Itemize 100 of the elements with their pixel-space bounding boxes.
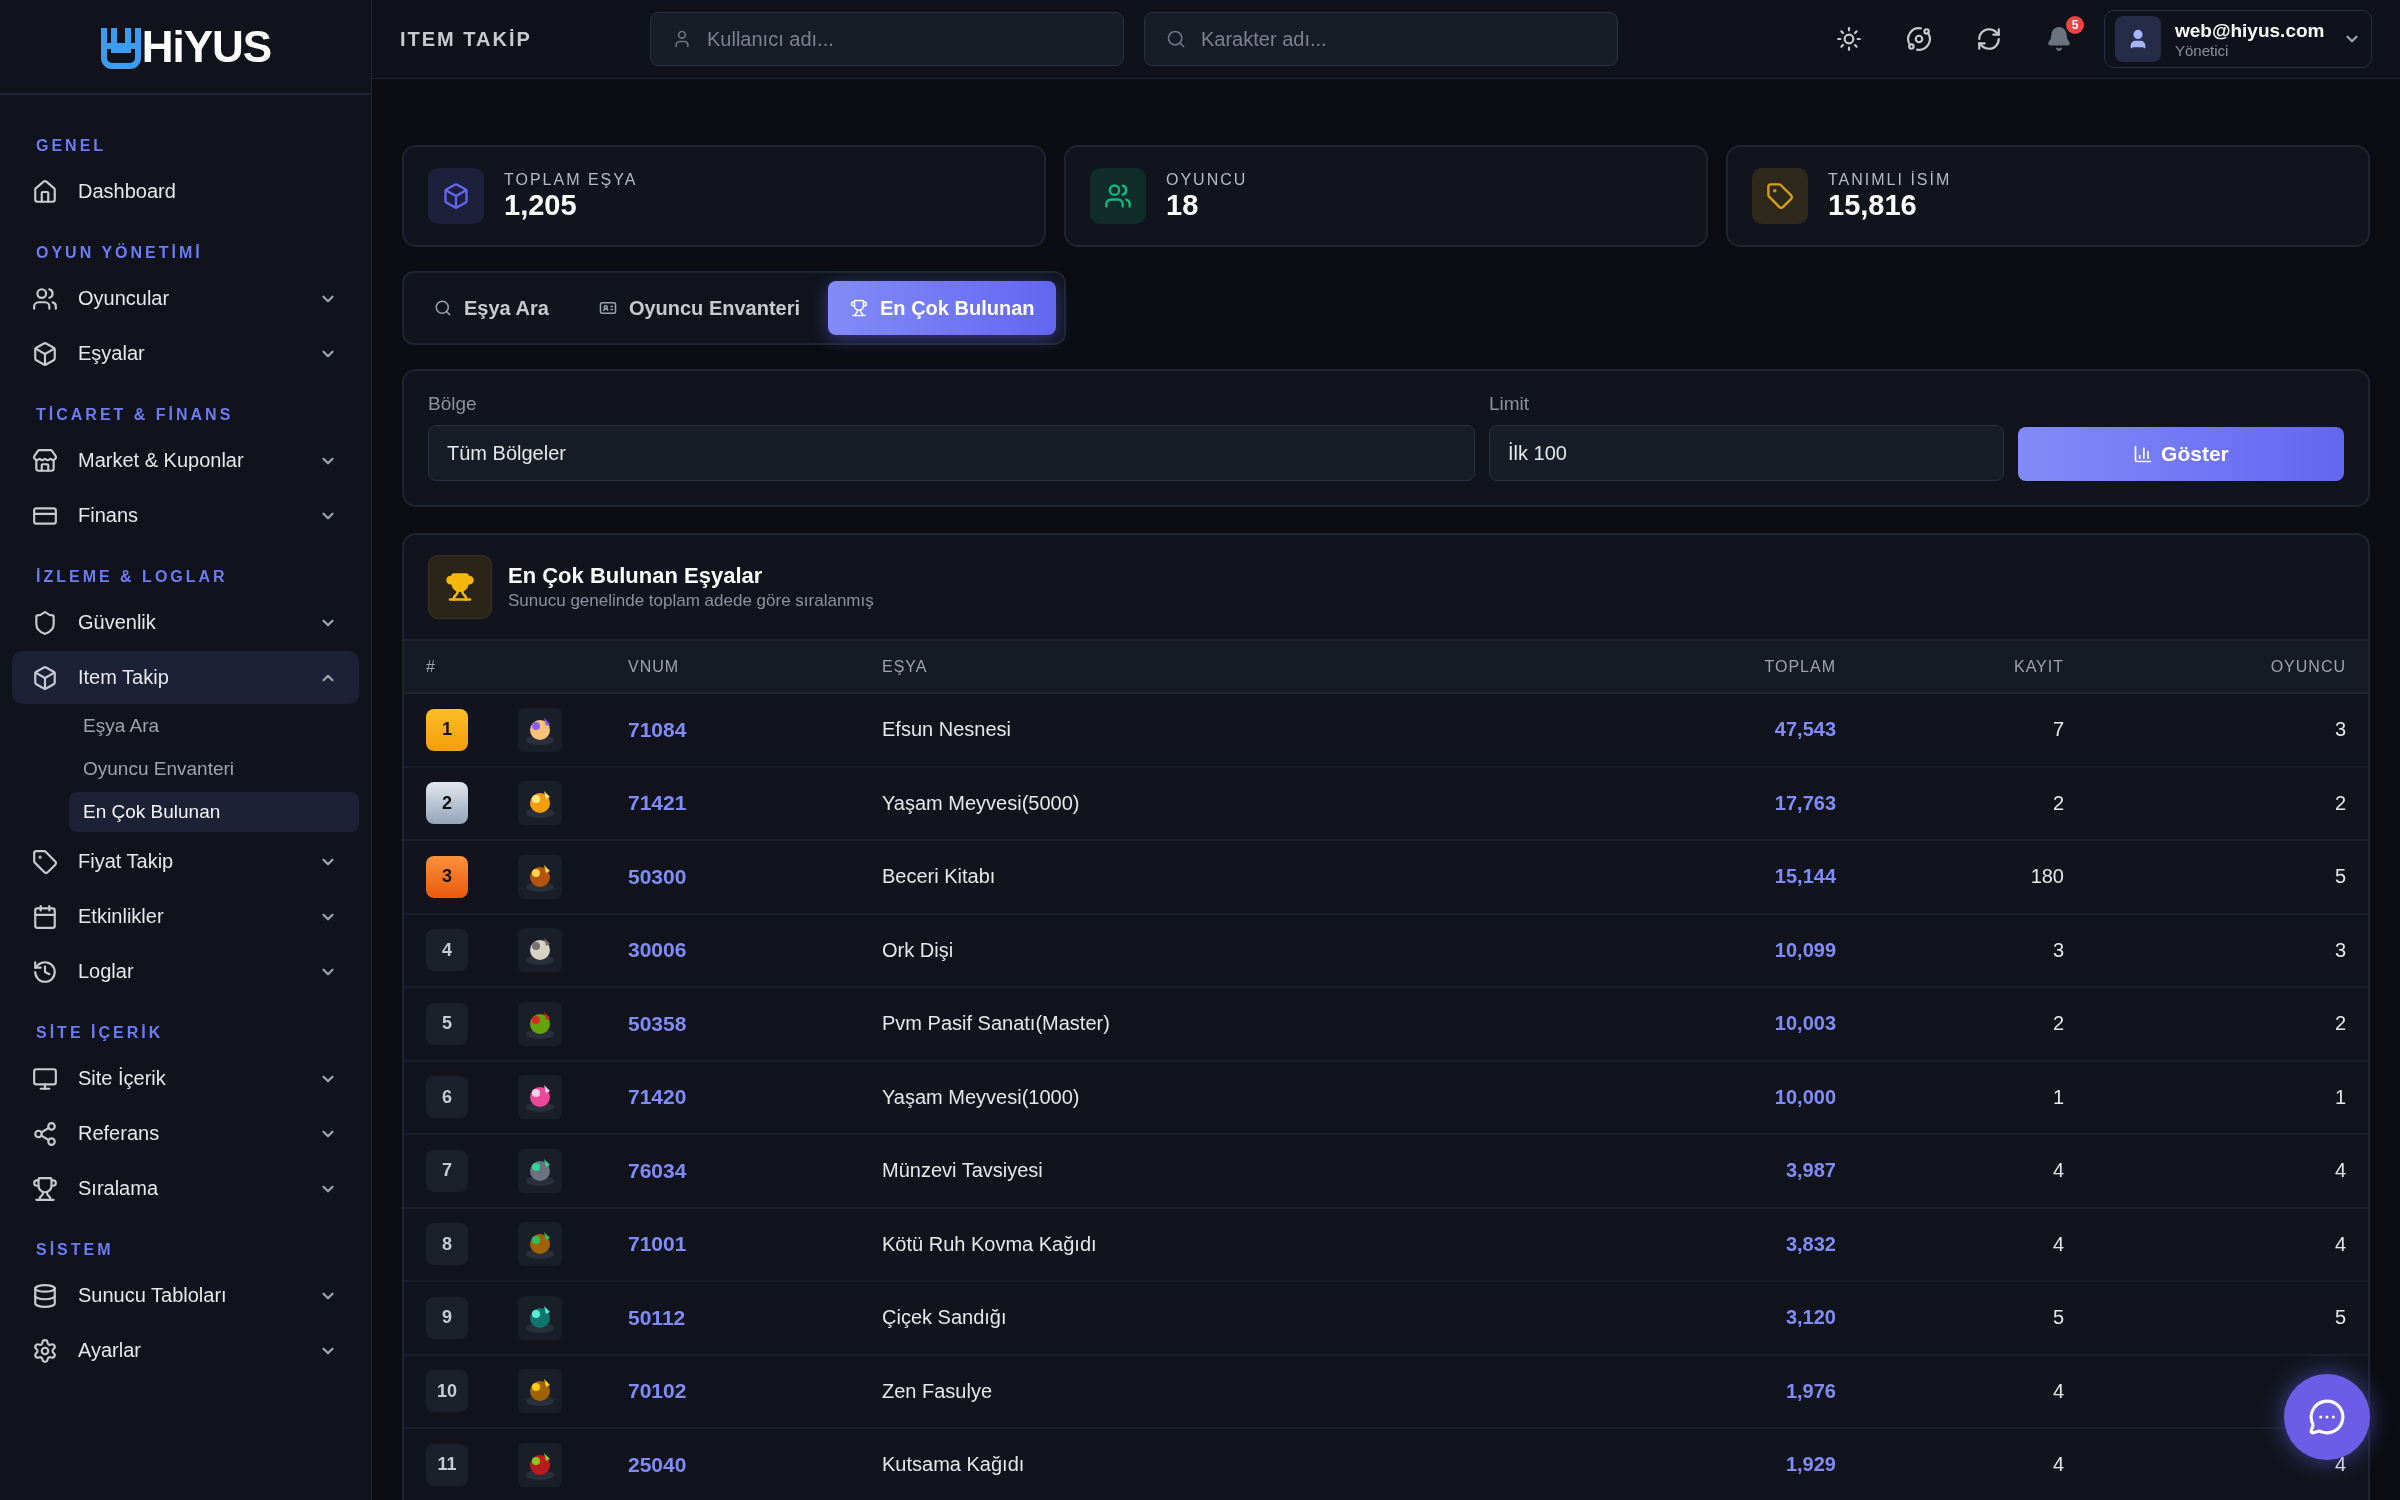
nav-item[interactable]: Fiyat Takip — [12, 835, 359, 888]
tab[interactable]: Eşya Ara — [412, 281, 571, 335]
column-header: VNUM — [628, 657, 681, 676]
rank-badge: 1 — [426, 708, 468, 751]
users-icon — [32, 285, 58, 312]
rank-badge: 10 — [426, 1370, 468, 1413]
nav-subitem[interactable]: Eşya Ara — [69, 706, 359, 746]
nav-subitem[interactable]: Oyuncu Envanteri — [69, 749, 359, 789]
table-cell-text: 4 — [2051, 1159, 2064, 1183]
table-cell-text: 4 — [2051, 1379, 2064, 1403]
section-title: TİCARET & FİNANS — [35, 406, 235, 424]
rank-badge: 2 — [426, 782, 468, 825]
rank-badge: 6 — [426, 1076, 468, 1119]
vnum-link[interactable]: 70102 — [628, 1379, 687, 1403]
vnum-link[interactable]: 71420 — [628, 1085, 687, 1109]
user-icon — [672, 29, 692, 49]
tag-icon — [32, 848, 58, 875]
trophy-icon — [850, 299, 869, 317]
stat-value: 18 — [1166, 188, 1200, 222]
vnum-link[interactable]: 30006 — [628, 938, 687, 962]
tab[interactable]: Oyuncu Envanteri — [576, 281, 823, 335]
table-cell-text: Kutsama Kağıdı — [882, 1453, 1026, 1477]
table-cell-text: 4 — [2051, 1232, 2064, 1256]
chart-icon — [2133, 444, 2154, 464]
table-cell-text: 10,099 — [1773, 938, 1836, 962]
table-cell-text: Pvm Pasif Sanatı(Master) — [882, 1012, 1111, 1036]
nav-item[interactable]: Eşyalar — [12, 327, 359, 380]
rank-badge: 7 — [426, 1149, 468, 1192]
bell-icon — [2046, 26, 2072, 52]
table-cell-text: 1 — [2051, 1085, 2064, 1109]
box-icon — [442, 182, 470, 210]
notifications-button[interactable]: 5 — [2034, 14, 2084, 64]
table-cell-text: 15,144 — [1773, 865, 1836, 889]
column-header: # — [426, 657, 437, 676]
nav-item[interactable]: Referans — [12, 1107, 359, 1160]
section-title: SİSTEM — [35, 1241, 115, 1259]
table-cell-text: Kötü Ruh Kovma Kağıdı — [882, 1232, 1098, 1256]
table-cell-text: 3,987 — [1784, 1159, 1836, 1183]
vnum-link[interactable]: 50112 — [628, 1305, 686, 1329]
planet-icon — [1906, 26, 1932, 52]
avatar — [2115, 16, 2161, 62]
rank-badge: 5 — [426, 1002, 468, 1045]
table-cell-text: 1 — [2333, 1085, 2346, 1109]
logo-text: HiYUS — [141, 21, 272, 72]
nav-item[interactable]: Sunucu Tabloları — [12, 1269, 359, 1322]
table-cell-text: 10,000 — [1773, 1085, 1836, 1109]
nav-item[interactable]: Finans — [12, 489, 359, 542]
table-cell-text: 3 — [2051, 938, 2064, 962]
nav-item[interactable]: Ayarlar — [12, 1324, 359, 1377]
page-title: ITEM TAKİP — [400, 27, 533, 51]
table-cell-text: 1,976 — [1784, 1379, 1836, 1403]
rank-badge: 8 — [426, 1223, 468, 1266]
section-title: SİTE İÇERİK — [35, 1024, 165, 1042]
stat-label: OYUNCU — [1166, 170, 1248, 189]
nav-item[interactable]: Site İçerik — [12, 1052, 359, 1105]
limit-select[interactable]: İlk 100 — [1488, 425, 2004, 481]
field-label: Limit — [1488, 393, 1531, 415]
column-header: KAYIT — [2012, 657, 2064, 676]
nav-item[interactable]: Item Takip — [12, 651, 359, 704]
table-cell-text: 7 — [2051, 718, 2064, 742]
tab[interactable]: En Çok Bulunan — [828, 281, 1057, 335]
nav-item[interactable]: Etkinlikler — [12, 890, 359, 943]
region-select[interactable]: Tüm Bölgeler — [428, 425, 1475, 481]
vnum-link[interactable]: 50358 — [628, 1011, 687, 1035]
section-title: OYUN YÖNETİMİ — [35, 244, 204, 262]
shield-icon — [32, 609, 58, 636]
stat-value: 1,205 — [504, 188, 578, 222]
share-icon — [32, 1120, 58, 1147]
table-cell-text: 3,832 — [1784, 1232, 1836, 1256]
refresh-icon — [1976, 26, 2002, 52]
table-cell-text: 2 — [2051, 791, 2064, 815]
search-field[interactable]: Kullanıcı adı... — [650, 12, 1124, 66]
search-field[interactable]: Karakter adı... — [1144, 12, 1618, 66]
table-cell-text: 17,763 — [1773, 791, 1836, 815]
user-menu[interactable]: web@hiyus.com Yönetici — [2104, 10, 2372, 68]
nav-item[interactable]: Güvenlik — [12, 596, 359, 649]
table-cell-text: 2 — [2051, 1012, 2064, 1036]
vnum-link[interactable]: 71001 — [628, 1232, 687, 1256]
nav-item[interactable]: Loglar — [12, 945, 359, 998]
column-header: OYUNCU — [2269, 657, 2346, 676]
vnum-link[interactable]: 25040 — [628, 1452, 687, 1476]
nav-item[interactable]: Sıralama — [12, 1162, 359, 1215]
table-cell-text: Münzevi Tavsiyesi — [882, 1159, 1044, 1183]
users-icon — [1104, 182, 1132, 210]
vnum-link[interactable]: 76034 — [628, 1158, 687, 1182]
table-cell-text: 5 — [2333, 1306, 2346, 1330]
vnum-link[interactable]: 50300 — [628, 864, 687, 888]
table-cell-text: 5 — [2051, 1306, 2064, 1330]
table-cell-text: Yaşam Meyvesi(1000) — [882, 1085, 1081, 1109]
chat-icon — [2308, 1398, 2346, 1436]
nav-subitem[interactable]: En Çok Bulunan — [69, 792, 359, 832]
table-cell-text: 3 — [2333, 938, 2346, 962]
box-icon — [32, 664, 58, 691]
table-title: En Çok Bulunan Eşyalar — [508, 563, 764, 589]
vnum-link[interactable]: 71084 — [628, 717, 687, 741]
nav-item[interactable]: Dashboard — [12, 165, 359, 218]
nav-item[interactable]: Market & Kuponlar — [12, 434, 359, 487]
show-button[interactable]: Göster — [2017, 427, 2344, 481]
vnum-link[interactable]: 71421 — [628, 791, 687, 815]
nav-item[interactable]: Oyuncular — [12, 272, 359, 325]
